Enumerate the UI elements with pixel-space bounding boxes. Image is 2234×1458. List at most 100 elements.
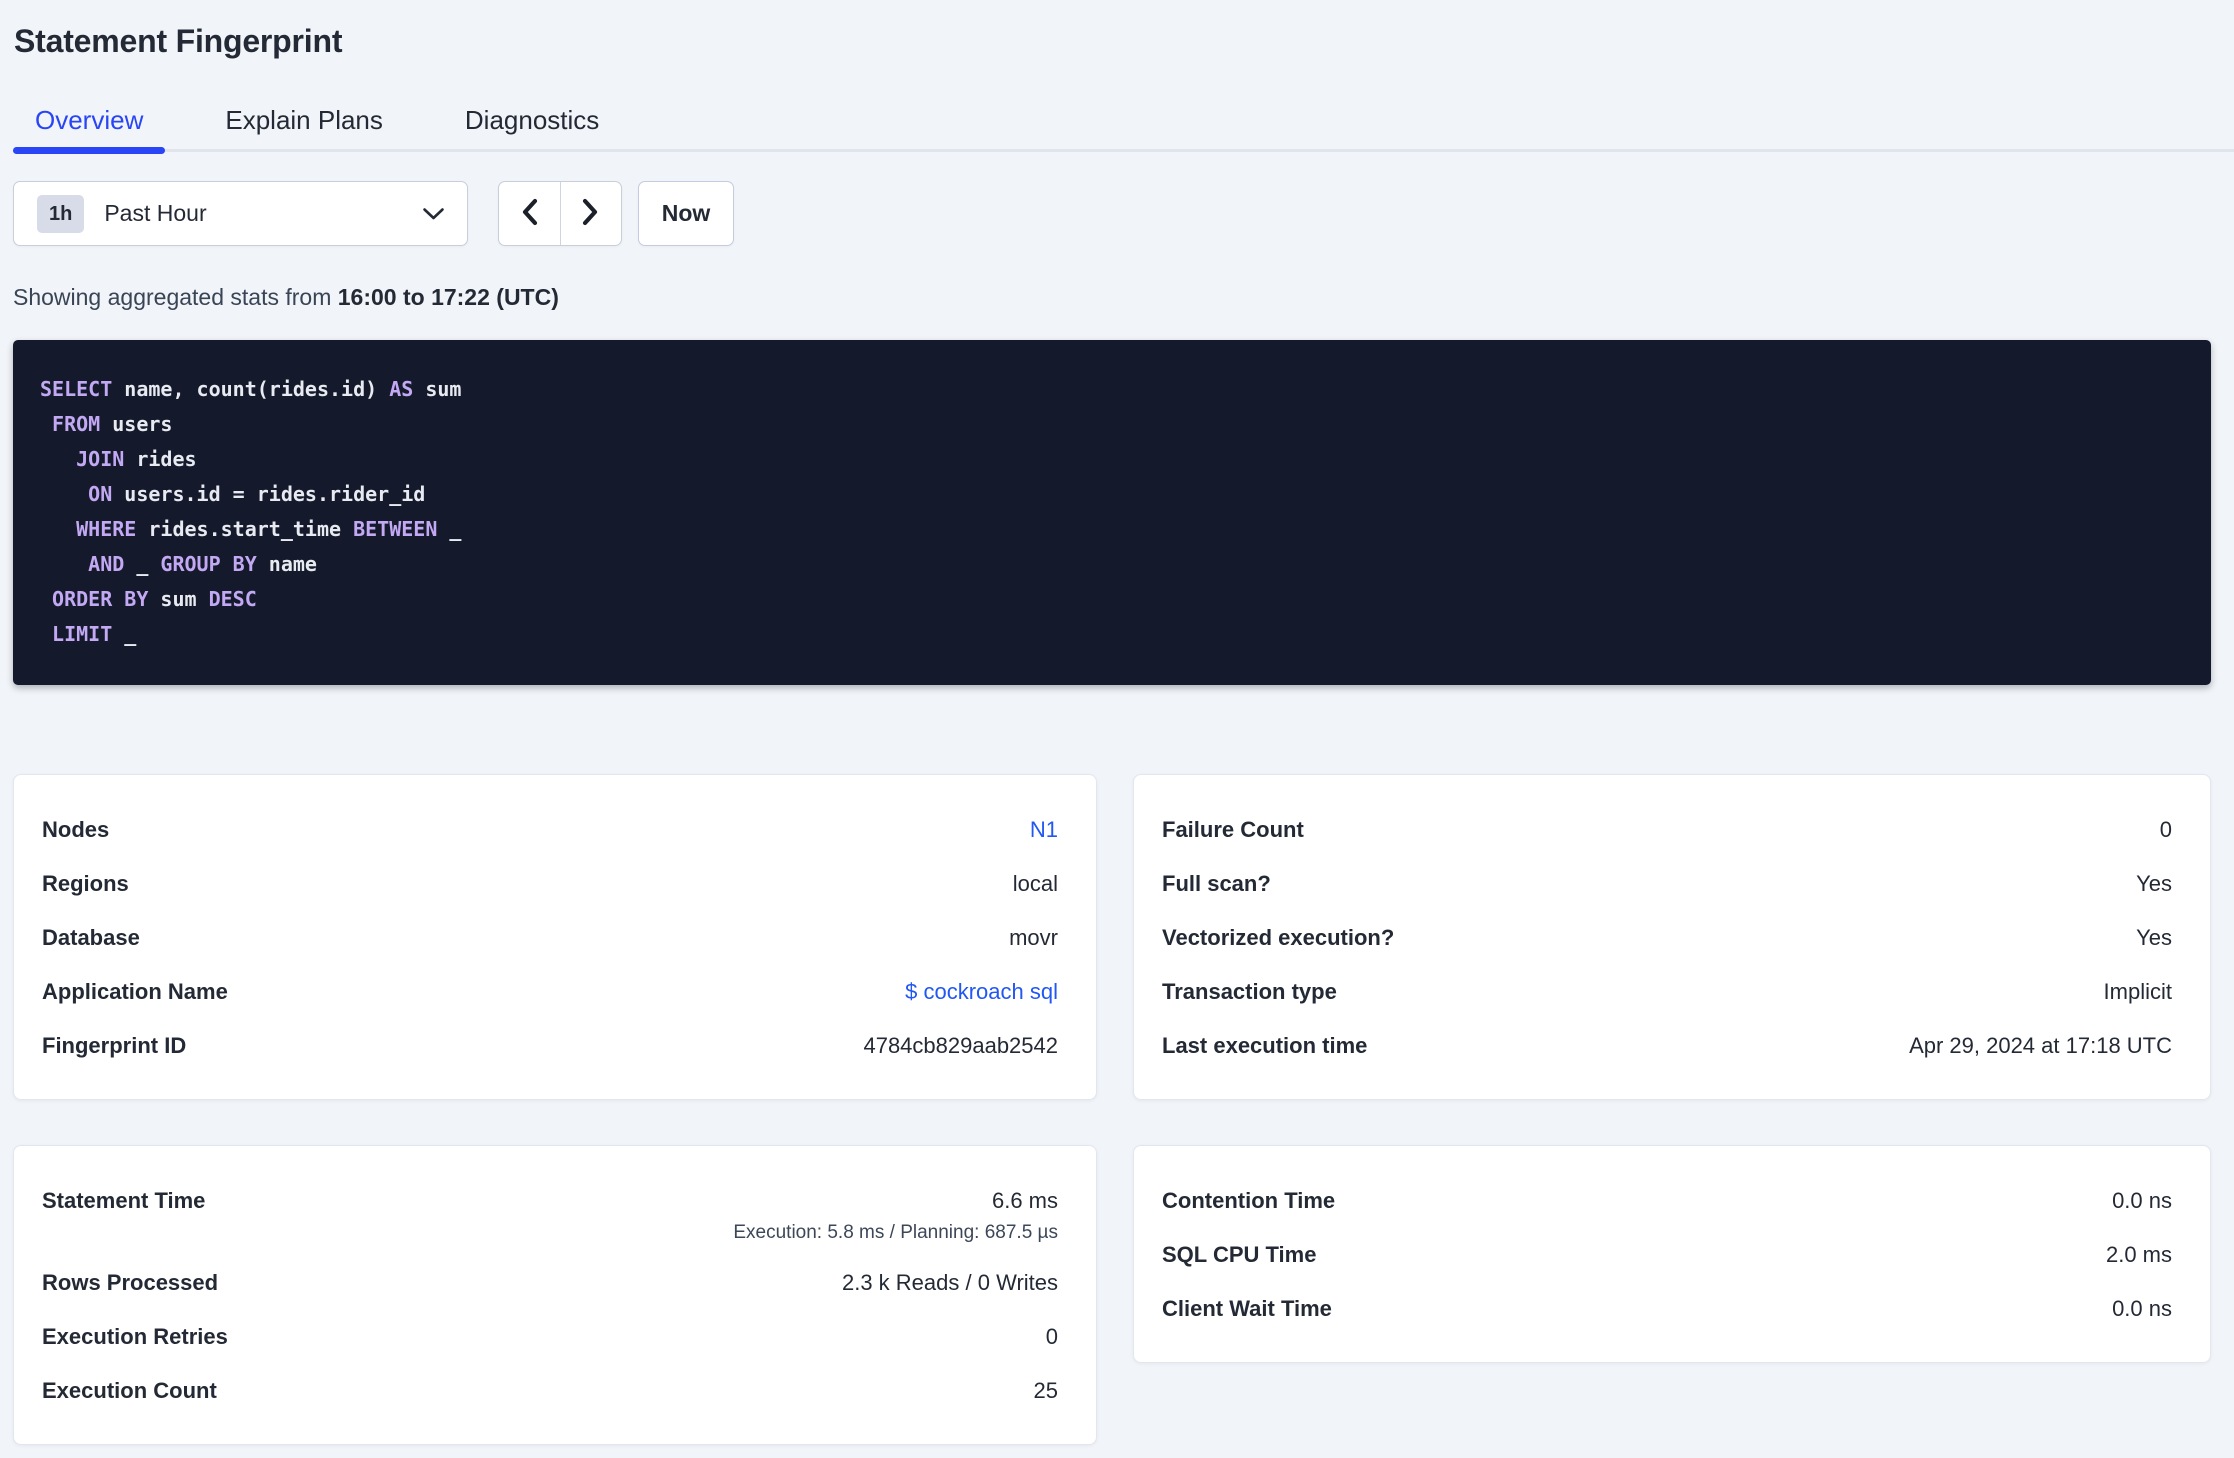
row-label: Rows Processed — [42, 1270, 219, 1295]
tabs: Overview Explain Plans Diagnostics — [13, 107, 2234, 154]
row-value: 0 — [1045, 1324, 1058, 1349]
card-row: Nodes N1 — [42, 803, 1058, 857]
sql-text: users.id = rides.rider_id — [112, 482, 426, 506]
row-value: Yes — [2136, 871, 2172, 896]
row-label: Contention Time — [1162, 1188, 1336, 1213]
sql-keyword: SELECT — [40, 377, 113, 401]
wait-time-card: Contention Time 0.0 ns SQL CPU Time 2.0 ms C… — [1133, 1145, 2211, 1363]
sql-line: WHERE rides.start_time BETWEEN _ — [40, 512, 2181, 547]
time-step-group — [498, 181, 622, 246]
sql-line: AND _ GROUP BY name — [40, 547, 2181, 582]
row-value: local — [1012, 871, 1058, 896]
sql-line: ORDER BY sum DESC — [40, 582, 2181, 617]
tab-explain-plans[interactable]: Explain Plans — [203, 107, 405, 149]
row-value: 2.3 k Reads / 0 Writes — [841, 1270, 1058, 1295]
row-label: SQL CPU Time — [1162, 1242, 1317, 1267]
statement-time-card: Statement Time 6.6 ms Execution: 5.8 ms / … — [13, 1145, 1097, 1445]
sql-text: sum — [413, 377, 462, 401]
sql-text: rides — [124, 447, 197, 471]
card-row: Client Wait Time 0.0 ns — [1162, 1282, 2172, 1336]
row-value: Yes — [2136, 925, 2172, 950]
row-label: Failure Count — [1162, 817, 1304, 842]
sql-statement-box: SELECT name, count(rides.id) AS sum FROM… — [13, 340, 2211, 685]
sql-text: users — [100, 412, 173, 436]
now-button[interactable]: Now — [638, 181, 734, 246]
row-label: Execution Count — [42, 1378, 217, 1403]
row-label: Application Name — [42, 979, 228, 1004]
card-row: Last execution time Apr 29, 2024 at 17:18… — [1162, 1019, 2172, 1073]
sql-keyword: WHERE — [76, 517, 137, 541]
sql-keyword: AS — [389, 377, 414, 401]
sql-line: ON users.id = rides.rider_id — [40, 477, 2181, 512]
row-value: 2.0 ms — [2105, 1242, 2172, 1267]
row-value-breakdown: Execution: 5.8 ms / Planning: 687.5 µs — [733, 1222, 1058, 1243]
row-value-link[interactable]: $ cockroach sql — [905, 979, 1058, 1005]
sql-keyword: ON — [88, 482, 113, 506]
row-value: movr — [1009, 925, 1058, 950]
row-value: 25 — [1033, 1378, 1058, 1403]
card-row: Execution Count 25 — [42, 1364, 1058, 1418]
summary-cards: Nodes N1 Regions local Database movr Applicati… — [13, 774, 2211, 1445]
row-label: Last execution time — [1162, 1033, 1368, 1058]
time-range-select[interactable]: 1h Past Hour — [13, 181, 468, 246]
prev-time-button[interactable] — [499, 182, 560, 245]
tab-overview[interactable]: Overview — [13, 107, 166, 154]
time-range-label: Past Hour — [104, 200, 207, 226]
row-label: Full scan? — [1162, 871, 1271, 896]
next-time-button[interactable] — [559, 182, 622, 245]
sql-line: LIMIT _ — [40, 617, 2181, 652]
card-row: Failure Count 0 — [1162, 803, 2172, 857]
sql-keyword: LIMIT — [52, 622, 113, 646]
stats-range: 16:00 to 17:22 (UTC) — [337, 284, 559, 310]
row-value-link[interactable]: N1 — [1030, 817, 1058, 843]
tab-diagnostics[interactable]: Diagnostics — [443, 107, 621, 149]
sql-text: name — [256, 552, 317, 576]
sql-keyword: DESC — [208, 587, 257, 611]
time-toolbar: 1h Past Hour Now — [13, 181, 2211, 246]
row-value: 0.0 ns — [2112, 1296, 2172, 1321]
time-range-badge: 1h — [37, 194, 85, 233]
card-row: Full scan? Yes — [1162, 857, 2172, 911]
sql-line: SELECT name, count(rides.id) AS sum — [40, 372, 2181, 407]
sql-keyword: ORDER BY — [52, 587, 149, 611]
row-label: Vectorized execution? — [1162, 925, 1395, 950]
chevron-left-icon — [521, 198, 538, 229]
row-label: Nodes — [42, 817, 110, 842]
row-label: Statement Time — [42, 1188, 206, 1213]
aggregated-stats-line: Showing aggregated stats from 16:00 to 1… — [13, 282, 2211, 313]
execution-attributes-card: Failure Count 0 Full scan? Yes Vectorized ex… — [1133, 774, 2211, 1100]
sql-keyword: GROUP BY — [160, 552, 257, 576]
sql-text: _ — [437, 517, 462, 541]
row-label: Execution Retries — [42, 1324, 228, 1349]
stats-prefix: Showing aggregated stats from — [13, 284, 332, 310]
sql-code: SELECT name, count(rides.id) AS sum FROM… — [40, 372, 2181, 652]
chevron-down-icon — [422, 207, 445, 221]
sql-text: sum — [148, 587, 209, 611]
row-value: 4784cb829aab2542 — [863, 1033, 1058, 1058]
row-label: Transaction type — [1162, 979, 1337, 1004]
row-value: Apr 29, 2024 at 17:18 UTC — [1909, 1033, 2172, 1058]
sql-keyword: AND — [88, 552, 125, 576]
sql-text: _ — [124, 552, 161, 576]
sql-line: JOIN rides — [40, 442, 2181, 477]
card-row: Database movr — [42, 911, 1058, 965]
row-label: Fingerprint ID — [42, 1033, 187, 1058]
sql-line: FROM users — [40, 407, 2181, 442]
card-row: Fingerprint ID 4784cb829aab2542 — [42, 1019, 1058, 1073]
sql-text: _ — [112, 622, 137, 646]
card-row: Transaction type Implicit — [1162, 965, 2172, 1019]
row-value: 0 — [2159, 817, 2172, 842]
statement-details-card: Nodes N1 Regions local Database movr Applicati… — [13, 774, 1097, 1100]
row-value: 6.6 ms — [991, 1188, 1058, 1213]
card-row: SQL CPU Time 2.0 ms — [1162, 1228, 2172, 1282]
card-row: Regions local — [42, 857, 1058, 911]
card-row: Rows Processed 2.3 k Reads / 0 Writes — [42, 1256, 1058, 1310]
card-row: Application Name $ cockroach sql — [42, 965, 1058, 1019]
statement-fingerprint-page: Statement Fingerprint Overview Explain Pl… — [0, 0, 2234, 1445]
sql-keyword: BETWEEN — [353, 517, 438, 541]
